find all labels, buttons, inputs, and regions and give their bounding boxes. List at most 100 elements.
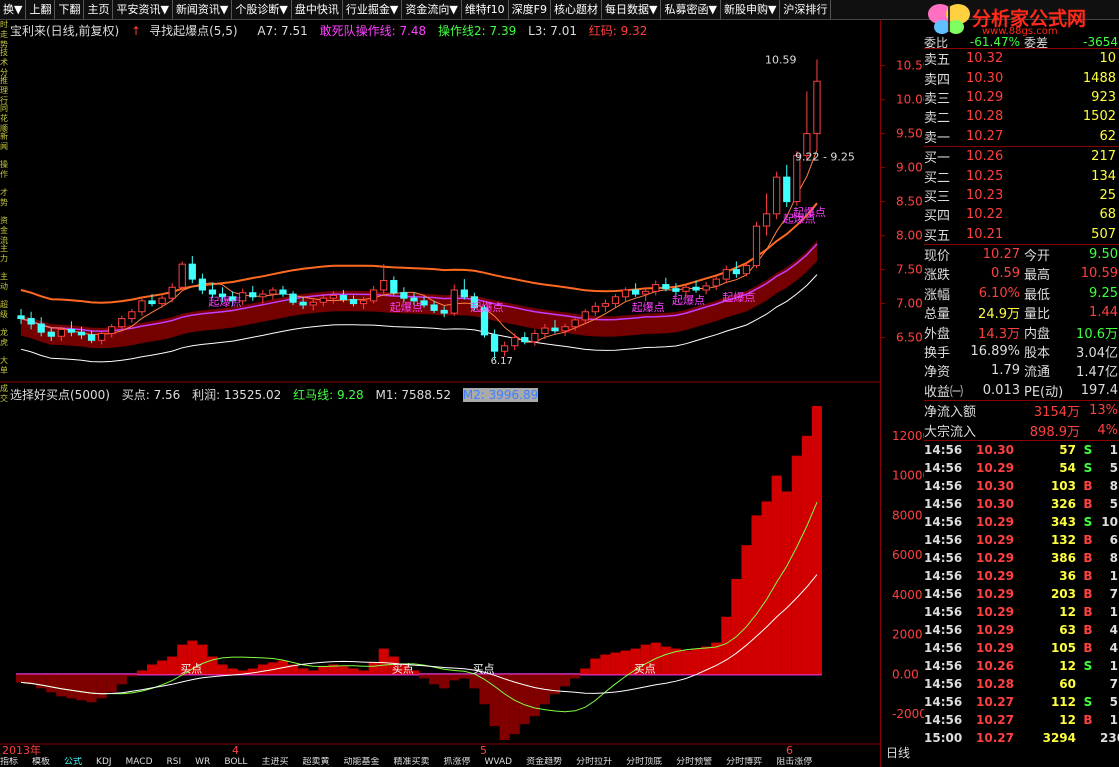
buy-point-label: 买点	[180, 662, 202, 675]
menu-item-16[interactable]: 沪深排行	[780, 0, 832, 19]
period-label[interactable]: 日线	[886, 744, 910, 761]
indicator-bar	[227, 668, 238, 675]
menu-item-15[interactable]: 新股申购▼	[721, 0, 781, 19]
indicator-tab-14[interactable]: 资金趋势	[526, 757, 562, 767]
stat-label: 涨跌	[924, 268, 951, 284]
indicator-tab-11[interactable]: 精准买卖	[394, 757, 430, 767]
candle-body	[269, 289, 277, 295]
indicator-tab-5[interactable]: RSI	[167, 757, 182, 767]
menu-item-8[interactable]: 行业掘金▼	[343, 0, 403, 19]
menu-item-7[interactable]: 盘中快讯	[292, 0, 343, 19]
indicator-tab-1[interactable]: 模板	[32, 757, 50, 767]
stat-row-6: 净资 1.79 流通 1.47亿	[924, 361, 1119, 380]
menu-item-13[interactable]: 每日数据▼	[602, 0, 662, 19]
buy-order-row-1[interactable]: 买二 10.25 134	[924, 166, 1119, 186]
tick-row-15: 14:56 10.27 12 B 1	[924, 711, 1119, 729]
tick-time: 15:00	[924, 730, 963, 745]
buy-order-row-3[interactable]: 买四 10.22 68	[924, 205, 1119, 224]
stat-value: 3.04亿	[1076, 346, 1118, 362]
tick-volume: 343	[1050, 514, 1076, 529]
flow-label: 大宗流入	[924, 424, 977, 440]
menu-item-9[interactable]: 资金流向▼	[402, 0, 462, 19]
sell-order-row-3[interactable]: 卖二 10.28 1502	[924, 107, 1119, 126]
tick-row-4: 14:56 10.29 343 S 10	[924, 513, 1119, 531]
candle-body	[198, 278, 207, 291]
indicator-tab-8[interactable]: 主进买	[261, 757, 288, 767]
sell-order-row-0[interactable]: 卖五 10.32 10	[924, 49, 1119, 68]
stat-row-0: 现价 10.27 今开 9.50	[924, 245, 1119, 264]
buy-order-row-4[interactable]: 买五 10.21 507	[924, 225, 1119, 244]
order-price: 10.32	[966, 51, 1004, 67]
tick-count: 7	[1109, 586, 1118, 601]
indicator-tab-17[interactable]: 分时预警	[676, 757, 712, 767]
menu-item-6[interactable]: 个股诊断▼	[232, 0, 292, 19]
stat-row-7: 收益㈠ 0.013 PE(动) 197.4	[924, 381, 1119, 400]
indicator-tick-label: 0.00	[892, 667, 919, 681]
indicator-bar	[439, 674, 450, 689]
tick-price: 10.29	[976, 622, 1014, 637]
order-volume: 1502	[1082, 109, 1116, 125]
menu-item-0[interactable]: 换▼	[0, 0, 27, 19]
tick-side: B	[1083, 622, 1093, 637]
up-arrow-icon: ↑	[131, 24, 142, 38]
candle-body	[571, 319, 579, 328]
candle-body	[450, 289, 458, 314]
indicator-tab-2[interactable]: 公式	[64, 757, 82, 767]
indicator-bar	[721, 616, 732, 675]
sub-indicator-header: 选择好买点(5000) 买点: 7.56 利润: 13525.02 红马线: 9…	[10, 386, 546, 403]
indicator-tab-15[interactable]: 分时拉升	[576, 757, 612, 767]
indicator-tick-label: 4000	[892, 588, 923, 602]
buy-order-row-0[interactable]: 买一 10.26 217	[924, 147, 1119, 166]
menu-item-5[interactable]: 新闻资讯▼	[173, 0, 233, 19]
tick-price: 10.30	[976, 478, 1014, 493]
price-tick-label: 9.00	[896, 161, 923, 175]
indicator-tab-18[interactable]: 分时博弈	[726, 757, 762, 767]
menu-item-1[interactable]: 上翻	[26, 0, 56, 19]
tick-row-5: 14:56 10.29 132 B 6	[924, 531, 1119, 549]
indicator-tab-3[interactable]: KDJ	[96, 757, 112, 767]
price-tick-label: 6.50	[896, 331, 923, 345]
menu-item-3[interactable]: 主页	[84, 0, 114, 19]
menu-item-4[interactable]: 平安资讯▼	[113, 0, 173, 19]
tick-side: B	[1083, 568, 1093, 583]
stat-label: 收益㈠	[924, 384, 964, 400]
candle-body	[501, 345, 509, 352]
buy-order-row-2[interactable]: 买三 10.23 25	[924, 186, 1119, 205]
stat-label: PE(动)	[1024, 384, 1064, 400]
sell-order-row-4[interactable]: 卖一 10.27 62	[924, 127, 1119, 146]
tick-time: 14:56	[924, 712, 963, 727]
indicator-bar	[338, 666, 349, 675]
candle-body	[631, 289, 640, 295]
candle-body	[359, 300, 368, 305]
stat-value: 1.47亿	[1076, 365, 1118, 381]
sell-order-row-1[interactable]: 卖四 10.30 1488	[924, 68, 1119, 88]
indicator-tab-4[interactable]: MACD	[126, 757, 153, 767]
m1-line	[20, 502, 818, 713]
buy-point-label: 买点	[392, 662, 414, 675]
indicator-tab-19[interactable]: 阻击涨停	[776, 757, 812, 767]
menu-item-14[interactable]: 私募密函▼	[661, 0, 721, 19]
tick-time: 14:56	[924, 496, 963, 511]
buy-orders: 买一 10.26 217 买二 10.25 134 买三 10.23 25 买四 10.22 68 买五…	[924, 145, 1119, 244]
menu-item-2[interactable]: 下翻	[55, 0, 85, 19]
stat-label: 最低	[1024, 287, 1051, 303]
flow-value: 3154万	[1033, 405, 1080, 421]
indicator-tab-9[interactable]: 超卖黄	[302, 757, 329, 767]
indicator-tick-label: 10000	[892, 469, 924, 483]
menu-item-11[interactable]: 深度F9	[509, 0, 552, 19]
indicator-tick-label: -2000	[892, 707, 924, 721]
candle-body	[591, 305, 599, 313]
menu-item-10[interactable]: 维特f10	[462, 0, 509, 19]
indicator-tab-10[interactable]: 动能基金	[343, 757, 379, 767]
indicator-tab-12[interactable]: 抓涨停	[444, 757, 471, 767]
sell-order-row-2[interactable]: 卖三 10.29 923	[924, 88, 1119, 107]
indicator-tab-0[interactable]: 指标	[0, 757, 18, 767]
indicator-tab-13[interactable]: WVAD	[485, 757, 513, 767]
tick-price: 10.29	[976, 532, 1014, 547]
indicator-tab-7[interactable]: BOLL	[224, 757, 247, 767]
tick-list[interactable]: 14:56 10.30 57 S 1 14:56 10.29 54 S 5 14:56 10.30 10…	[924, 439, 1119, 747]
indicator-tab-16[interactable]: 分时顶底	[626, 757, 662, 767]
tick-count: 1	[1109, 568, 1118, 583]
menu-item-12[interactable]: 核心题材	[551, 0, 603, 19]
indicator-tab-6[interactable]: WR	[195, 757, 210, 767]
